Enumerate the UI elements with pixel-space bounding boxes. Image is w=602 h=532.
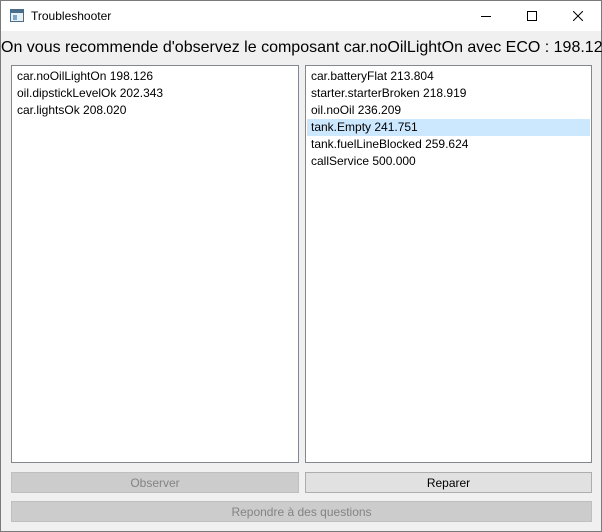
repair-item[interactable]: starter.starterBroken 218.919 [307,85,590,102]
observation-item[interactable]: oil.dipstickLevelOk 202.343 [13,85,297,102]
repair-item-selected[interactable]: tank.Empty 241.751 [307,119,590,136]
maximize-icon [527,11,537,21]
observation-item[interactable]: car.lightsOk 208.020 [13,102,297,119]
minimize-icon [481,16,491,17]
repairs-list[interactable]: car.batteryFlat 213.804 starter.starterB… [305,65,592,463]
repair-item[interactable]: callService 500.000 [307,153,590,170]
troubleshooter-window: Troubleshooter On vous recommende d'obse… [0,0,602,532]
repair-item[interactable]: oil.noOil 236.209 [307,102,590,119]
window-title: Troubleshooter [31,9,112,23]
maximize-button[interactable] [509,1,555,31]
close-icon [573,11,583,21]
observation-item[interactable]: car.noOilLightOn 198.126 [13,68,297,85]
observe-button[interactable]: Observer [11,472,299,493]
answer-questions-button[interactable]: Repondre à des questions [11,501,592,522]
close-button[interactable] [555,1,601,31]
repair-item[interactable]: tank.fuelLineBlocked 259.624 [307,136,590,153]
recommendation-text: On vous recommende d'observez le composa… [1,39,602,56]
repair-item[interactable]: car.batteryFlat 213.804 [307,68,590,85]
title-bar[interactable]: Troubleshooter [1,1,601,31]
repair-button[interactable]: Reparer [305,472,592,493]
app-window-icon [10,9,24,22]
minimize-button[interactable] [463,1,509,31]
observations-list[interactable]: car.noOilLightOn 198.126 oil.dipstickLev… [11,65,299,463]
